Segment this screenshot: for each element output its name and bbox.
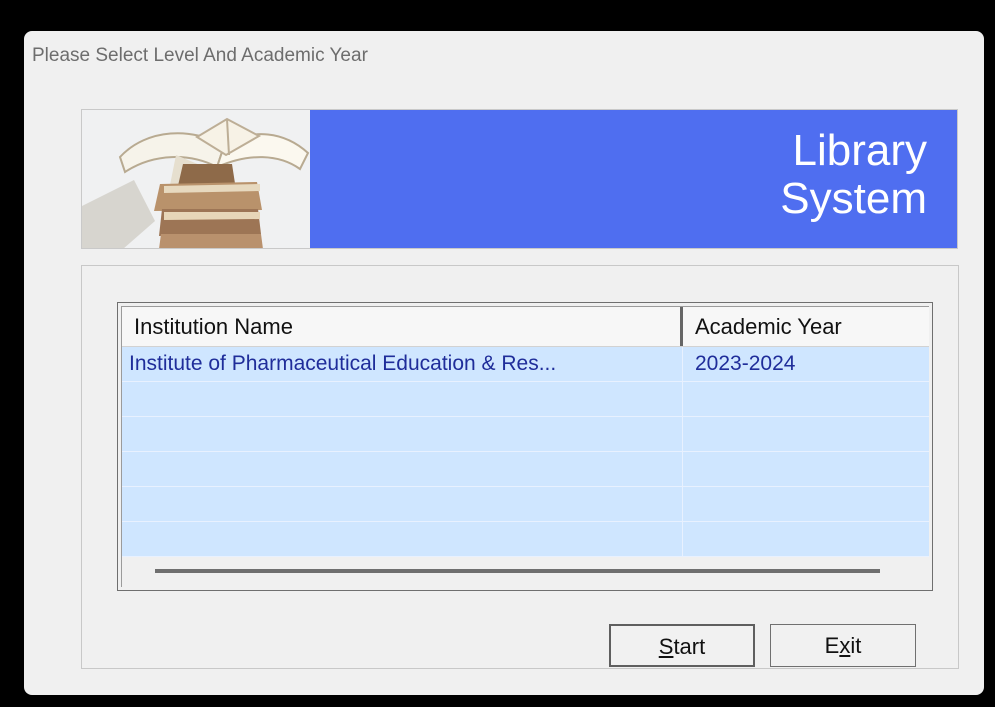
institution-list-inner[interactable]: Institution Name Academic Year Institute…	[121, 306, 929, 587]
start-button[interactable]: Start	[609, 624, 755, 667]
institution-name-cell	[122, 487, 681, 521]
dialog-title: Please Select Level And Academic Year	[32, 45, 368, 66]
academic-year-cell	[682, 417, 929, 451]
institution-name-cell	[122, 452, 681, 486]
start-mnemonic: S	[658, 634, 674, 659]
library-system-banner: Library System	[81, 109, 958, 249]
table-row[interactable]	[122, 417, 929, 452]
academic-year-header[interactable]: Academic Year	[683, 307, 929, 346]
institution-name-cell: Institute of Pharmaceutical Education & …	[129, 352, 557, 375]
books-illustration	[82, 110, 310, 248]
academic-year-cell	[682, 452, 929, 486]
institution-name-cell	[122, 417, 681, 451]
institution-list[interactable]: Institution Name Academic Year Institute…	[117, 302, 933, 591]
selection-panel: Institution Name Academic Year Institute…	[81, 265, 959, 669]
table-row[interactable]	[122, 487, 929, 522]
table-row[interactable]	[122, 452, 929, 487]
exit-mnemonic: x	[839, 633, 851, 658]
banner-title: Library System	[780, 127, 927, 223]
exit-button[interactable]: Exit	[770, 624, 916, 667]
academic-year-cell	[682, 382, 929, 416]
academic-year-cell	[682, 487, 929, 521]
academic-year-cell: 2023-2024	[682, 347, 929, 381]
institution-name-cell	[122, 522, 681, 556]
table-row[interactable]: Institute of Pharmaceutical Education & …	[122, 347, 929, 382]
table-rows: Institute of Pharmaceutical Education & …	[122, 347, 929, 557]
institution-name-cell	[122, 382, 681, 416]
exit-label-rest: it	[850, 633, 862, 658]
academic-year-dialog: Please Select Level And Academic Year Li…	[24, 31, 984, 695]
start-label-rest: tart	[673, 634, 706, 659]
application-window: Please Select Level And Academic Year Li…	[10, 9, 987, 695]
table-row[interactable]	[122, 522, 929, 557]
books-image	[82, 110, 310, 248]
horizontal-scrollbar[interactable]	[155, 569, 880, 573]
table-header: Institution Name Academic Year	[122, 307, 929, 347]
table-row[interactable]	[122, 382, 929, 417]
banner-title-line-2: System	[780, 174, 927, 223]
institution-name-header[interactable]: Institution Name	[122, 307, 680, 346]
exit-label-prefix: E	[824, 633, 840, 658]
academic-year-cell	[682, 522, 929, 556]
banner-title-line-1: Library	[792, 126, 928, 175]
